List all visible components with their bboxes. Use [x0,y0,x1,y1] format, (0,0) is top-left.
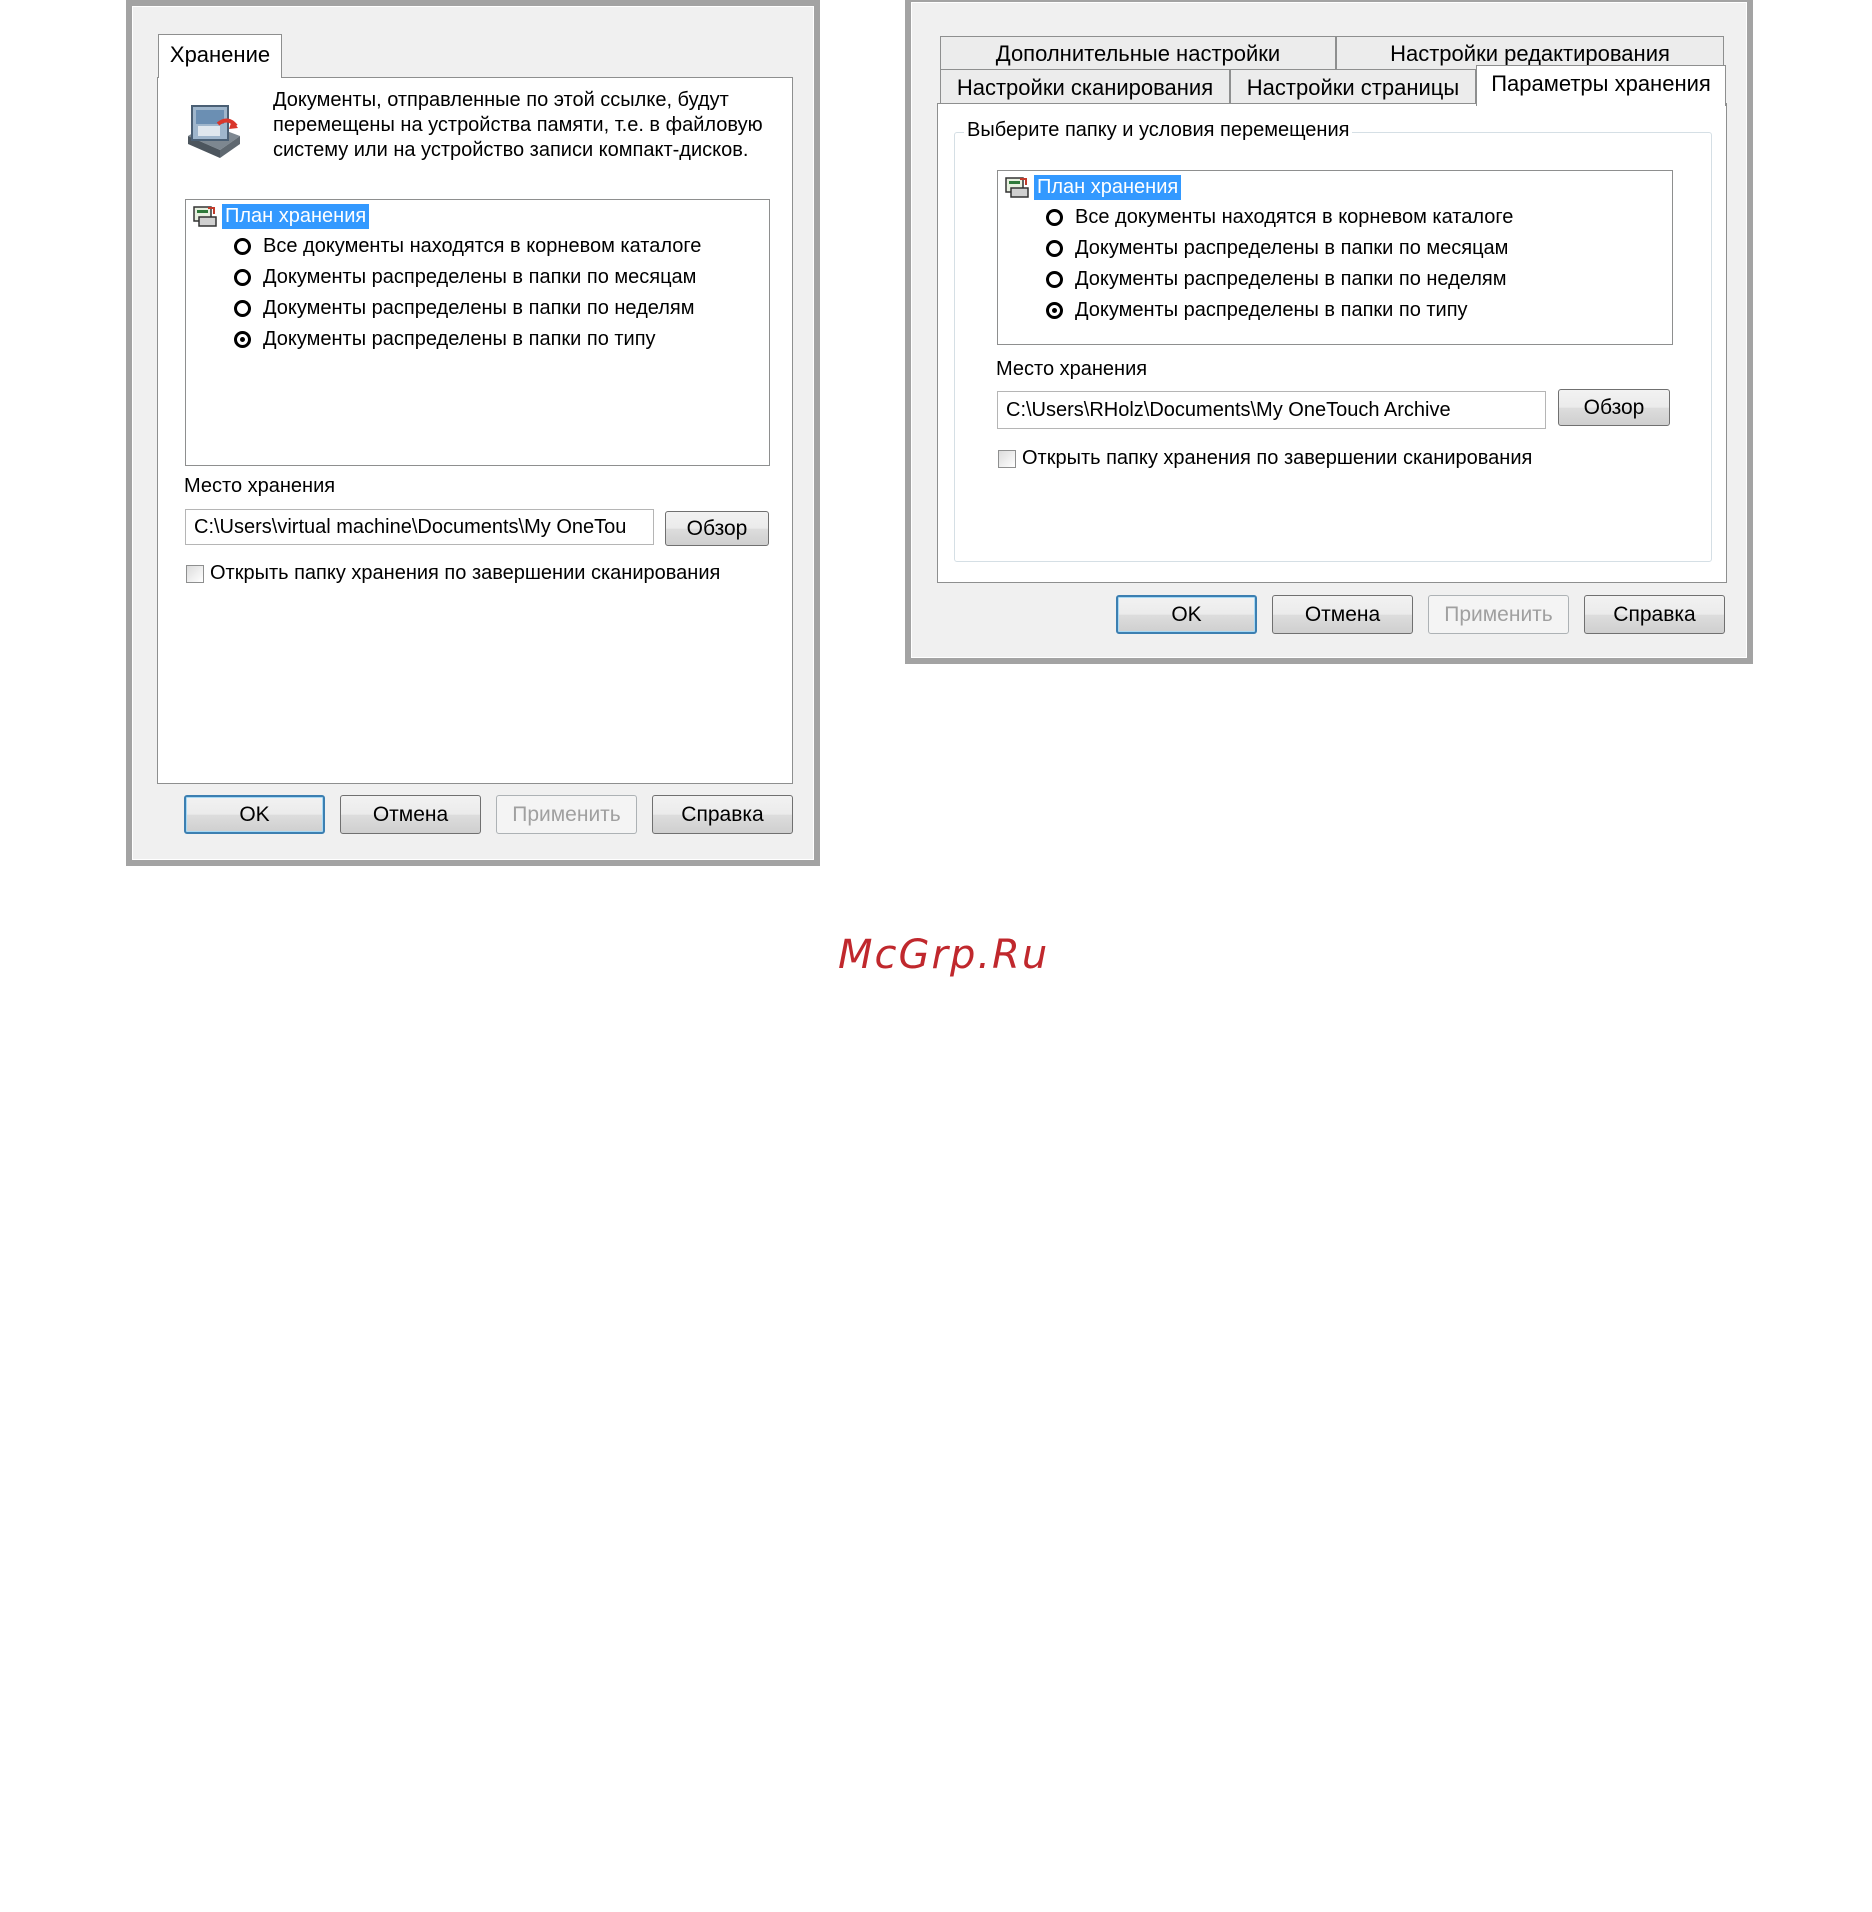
storage-plan-tree[interactable]: План хранения Все документы находятся в … [997,170,1673,345]
apply-button: Применить [496,795,637,834]
option-label: Документы распределены в папки по неделя… [1075,267,1507,290]
tab-panel: Выберите папку и условия перемещения Пла… [937,103,1727,583]
watermark: McGrp.Ru [838,932,1050,978]
tab-storage-label: Хранение [169,42,271,67]
open-folder-label: Открыть папку хранения по завершении ска… [1022,447,1533,469]
option-by-type[interactable]: Документы распределены в папки по типу [234,325,656,353]
option-by-week[interactable]: Документы распределены в папки по неделя… [234,294,695,322]
apply-button: Применить [1428,595,1569,634]
location-label: Место хранения [996,358,1148,380]
option-by-month[interactable]: Документы распределены в папки по месяца… [1046,234,1508,262]
browse-button[interactable]: Обзор [1558,389,1670,426]
tree-root-label: План хранения [222,203,370,229]
option-label: Все документы находятся в корневом катал… [263,234,702,257]
storage-dialog-right: Дополнительные настройки Настройки редак… [905,0,1753,664]
tab-label: Настройки страницы [1246,75,1460,100]
option-label: Документы распределены в папки по месяца… [1075,236,1509,259]
storage-plan-icon [193,206,217,227]
description-text: Документы, отправленные по этой ссылке, … [273,89,763,161]
cancel-button[interactable]: Отмена [1272,595,1413,634]
option-label: Документы распределены в папки по типу [1075,298,1468,321]
option-by-month[interactable]: Документы распределены в папки по месяца… [234,263,696,291]
tab-page-settings[interactable]: Настройки страницы [1230,69,1476,104]
radio-root-folder[interactable] [1046,208,1063,226]
tree-root-node[interactable]: План хранения [192,202,370,230]
help-button[interactable]: Справка [1584,595,1725,634]
radio-root-folder[interactable] [234,237,251,255]
location-label: Место хранения [184,475,336,497]
ok-button[interactable]: OK [184,795,325,834]
tab-panel: Документы, отправленные по этой ссылке, … [157,77,793,784]
location-input[interactable]: C:\Users\virtual machine\Documents\My On… [185,509,654,545]
open-folder-label: Открыть папку хранения по завершении ска… [210,562,721,584]
open-folder-checkbox-row[interactable]: Открыть папку хранения по завершении ска… [186,562,720,585]
option-label: Все документы находятся в корневом катал… [1075,205,1514,228]
storage-plan-icon [1005,177,1029,198]
tab-label: Настройки сканирования [956,75,1214,100]
option-label: Документы распределены в папки по типу [263,327,656,350]
tab-storage[interactable]: Хранение [158,34,282,78]
option-root-folder[interactable]: Все документы находятся в корневом катал… [234,232,701,260]
location-input[interactable]: C:\Users\RHolz\Documents\My OneTouch Arc… [997,391,1546,429]
tab-label: Параметры хранения [1491,71,1711,96]
radio-by-type[interactable] [234,330,251,348]
tree-root-label: План хранения [1034,174,1182,200]
option-by-type[interactable]: Документы распределены в папки по типу [1046,296,1468,324]
tab-storage-parameters[interactable]: Параметры хранения [1476,65,1726,106]
ok-button[interactable]: OK [1116,595,1257,634]
cancel-button[interactable]: Отмена [340,795,481,834]
tree-root-node[interactable]: План хранения [1004,173,1182,201]
help-button[interactable]: Справка [652,795,793,834]
tab-advanced-settings[interactable]: Дополнительные настройки [940,36,1336,70]
radio-by-month[interactable] [234,268,251,286]
radio-by-week[interactable] [1046,270,1063,288]
storage-device-icon [180,96,246,162]
option-label: Документы распределены в папки по месяца… [263,265,697,288]
tab-label: Настройки редактирования [1390,41,1670,66]
storage-dialog-left: Хранение Документы, отправленные по этой… [126,0,820,866]
option-root-folder[interactable]: Все документы находятся в корневом катал… [1046,203,1513,231]
radio-by-month[interactable] [1046,239,1063,257]
radio-by-type[interactable] [1046,301,1063,319]
storage-plan-tree[interactable]: План хранения Все документы находятся в … [185,199,770,466]
option-by-week[interactable]: Документы распределены в папки по неделя… [1046,265,1507,293]
open-folder-checkbox[interactable] [186,564,204,583]
browse-button[interactable]: Обзор [665,511,769,546]
option-label: Документы распределены в папки по неделя… [263,296,695,319]
tab-scan-settings[interactable]: Настройки сканирования [940,69,1230,104]
open-folder-checkbox[interactable] [998,449,1016,468]
radio-by-week[interactable] [234,299,251,317]
tab-label: Дополнительные настройки [995,41,1281,66]
group-label: Выберите папку и условия перемещения [964,119,1353,142]
open-folder-checkbox-row[interactable]: Открыть папку хранения по завершении ска… [998,447,1532,470]
